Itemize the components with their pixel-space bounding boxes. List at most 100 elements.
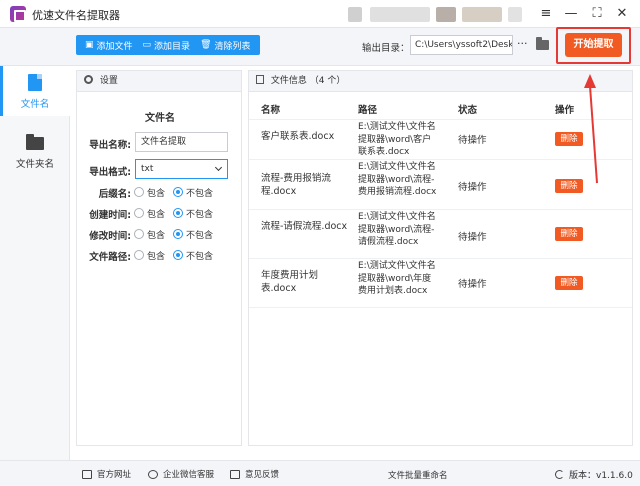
toolbar: ▣ 添加文件 ▭ 添加目录 🗑 清除列表 输出目录： C:\Users\ysso… bbox=[0, 28, 640, 66]
sidebar-item-filename[interactable]: 文件名 bbox=[0, 66, 70, 116]
delete-button[interactable]: 删除 bbox=[555, 227, 583, 241]
file-status: 待操作 bbox=[458, 232, 487, 243]
file-status: 待操作 bbox=[458, 279, 487, 290]
sidebar-item-foldername[interactable]: 文件夹名 bbox=[0, 126, 70, 176]
add-file-icon: ▣ bbox=[85, 40, 94, 50]
blurred-user-info bbox=[508, 7, 522, 22]
table-row[interactable]: 流程-请假流程.docx E:\测试文件\文件名提取器\word\流程-请假流程… bbox=[249, 211, 632, 259]
website-label: 官方网址 bbox=[97, 470, 132, 480]
radio-label: 不包含 bbox=[186, 252, 214, 262]
status-bar: 官方网址 企业微信客服 意见反馈 文件批量重命名 版本：v1.1.6.0 bbox=[0, 460, 640, 486]
file-list-header-label: 文件信息 （4 个） bbox=[270, 76, 346, 86]
file-path: E:\测试文件\文件名提取器\word\客户联系表.docx bbox=[358, 122, 436, 157]
sidebar: 文件名 文件夹名 bbox=[0, 66, 70, 460]
add-dir-button[interactable]: ▭ 添加目录 bbox=[138, 35, 196, 55]
modified-include-radio[interactable] bbox=[134, 229, 144, 239]
settings-panel: 设置 文件名 导出名称: 文件名提取 导出格式: txt 后缀名: 包含 不包含… bbox=[76, 70, 242, 446]
monitor-icon bbox=[82, 469, 92, 479]
website-link[interactable]: 官方网址 bbox=[82, 468, 131, 480]
add-folder-icon: ▭ bbox=[142, 40, 152, 50]
export-format-select[interactable]: txt bbox=[135, 159, 228, 179]
file-name: 年度费用计划表.docx bbox=[261, 270, 319, 294]
radio-label: 不包含 bbox=[186, 189, 214, 199]
suffix-exclude-radio[interactable] bbox=[173, 187, 183, 197]
output-dir-label: 输出目录： bbox=[362, 43, 410, 54]
menu-icon[interactable]: ≡ bbox=[535, 4, 557, 24]
column-header-status: 状态 bbox=[458, 105, 478, 116]
open-folder-icon[interactable] bbox=[536, 37, 549, 50]
file-list-icon bbox=[256, 75, 264, 84]
maximize-icon[interactable]: ⛶ bbox=[586, 4, 608, 24]
path-exclude-radio[interactable] bbox=[173, 250, 183, 260]
radio-label: 不包含 bbox=[186, 231, 214, 241]
radio-label: 包含 bbox=[147, 231, 166, 241]
file-path: E:\测试文件\文件名提取器\word\流程-请假流程.docx bbox=[358, 212, 436, 247]
clear-list-button[interactable]: 🗑 清除列表 bbox=[195, 35, 255, 55]
file-status: 待操作 bbox=[458, 182, 487, 193]
file-name: 流程-请假流程.docx bbox=[261, 221, 348, 232]
file-list-panel: 文件信息 （4 个） 名称 路径 状态 操作 客户联系表.docx E:\测试文… bbox=[248, 70, 633, 446]
delete-button[interactable]: 删除 bbox=[555, 132, 583, 146]
export-format-label: 导出格式: bbox=[89, 167, 131, 178]
file-list-header: 文件信息 （4 个） bbox=[249, 71, 632, 92]
refresh-icon[interactable] bbox=[555, 470, 564, 479]
feedback-icon bbox=[230, 469, 240, 479]
created-include-radio[interactable] bbox=[134, 208, 144, 218]
version-info: 版本：v1.1.6.0 bbox=[555, 468, 633, 481]
blurred-user-info bbox=[462, 7, 502, 22]
clear-list-label: 清除列表 bbox=[214, 41, 251, 52]
sidebar-item-label: 文件夹名 bbox=[15, 159, 54, 170]
radio-label: 包含 bbox=[147, 210, 166, 220]
option-label: 创建时间: bbox=[89, 210, 131, 221]
blurred-user-info bbox=[348, 7, 362, 22]
delete-button[interactable]: 删除 bbox=[555, 276, 583, 290]
more-button[interactable]: ··· bbox=[517, 37, 528, 50]
title-bar: 优速文件名提取器 ≡ — ⛶ ✕ bbox=[0, 0, 640, 28]
blurred-user-info bbox=[370, 7, 430, 22]
add-file-label: 添加文件 bbox=[96, 41, 133, 52]
path-include-radio[interactable] bbox=[134, 250, 144, 260]
rename-link[interactable]: 文件批量重命名 bbox=[388, 469, 448, 481]
export-format-value: txt bbox=[141, 164, 154, 174]
suffix-include-radio[interactable] bbox=[134, 187, 144, 197]
table-row[interactable]: 年度费用计划表.docx E:\测试文件\文件名提取器\word\年度费用计划表… bbox=[249, 260, 632, 308]
file-name: 流程-费用报销流程.docx bbox=[261, 173, 331, 197]
feedback-link[interactable]: 意见反馈 bbox=[230, 468, 279, 480]
minimize-icon[interactable]: — bbox=[560, 4, 582, 24]
radio-label: 包含 bbox=[147, 252, 166, 262]
column-header-name: 名称 bbox=[261, 105, 281, 116]
output-dir-input[interactable]: C:\Users\yssoft2\Deskt bbox=[410, 35, 513, 55]
file-path: E:\测试文件\文件名提取器\word\流程-费用报销流程.docx bbox=[358, 162, 437, 197]
radio-label: 不包含 bbox=[186, 210, 214, 220]
modified-exclude-radio[interactable] bbox=[173, 229, 183, 239]
version-label: 版本：v1.1.6.0 bbox=[569, 471, 633, 481]
add-file-button[interactable]: ▣ 添加文件 bbox=[80, 35, 138, 55]
radio-label: 包含 bbox=[147, 189, 166, 199]
option-label: 后缀名: bbox=[98, 189, 131, 200]
wechat-link[interactable]: 企业微信客服 bbox=[148, 468, 214, 480]
export-name-label: 导出名称: bbox=[89, 140, 131, 151]
file-status: 待操作 bbox=[458, 135, 487, 146]
trash-icon: 🗑 bbox=[200, 40, 212, 50]
settings-title: 文件名 bbox=[145, 113, 175, 124]
close-icon[interactable]: ✕ bbox=[611, 4, 633, 24]
sidebar-item-label: 文件名 bbox=[20, 99, 50, 110]
add-dir-label: 添加目录 bbox=[154, 41, 191, 52]
file-path: E:\测试文件\文件名提取器\word\年度费用计划表.docx bbox=[358, 261, 436, 296]
start-extract-button[interactable]: 开始提取 bbox=[565, 33, 622, 57]
table-row[interactable]: 流程-费用报销流程.docx E:\测试文件\文件名提取器\word\流程-费用… bbox=[249, 161, 632, 210]
table-row[interactable]: 客户联系表.docx E:\测试文件\文件名提取器\word\客户联系表.doc… bbox=[249, 120, 632, 160]
export-name-input[interactable]: 文件名提取 bbox=[135, 132, 228, 152]
settings-header: 设置 bbox=[77, 71, 241, 92]
wechat-label: 企业微信客服 bbox=[163, 470, 215, 480]
option-label: 文件路径: bbox=[89, 252, 131, 263]
delete-button[interactable]: 删除 bbox=[555, 179, 583, 193]
option-label: 修改时间: bbox=[89, 231, 131, 242]
file-name: 客户联系表.docx bbox=[261, 131, 335, 142]
app-title: 优速文件名提取器 bbox=[32, 9, 120, 22]
feedback-label: 意见反馈 bbox=[245, 470, 280, 480]
gear-icon bbox=[84, 75, 93, 84]
blurred-user-info bbox=[436, 7, 456, 22]
folder-icon bbox=[26, 134, 44, 150]
created-exclude-radio[interactable] bbox=[173, 208, 183, 218]
